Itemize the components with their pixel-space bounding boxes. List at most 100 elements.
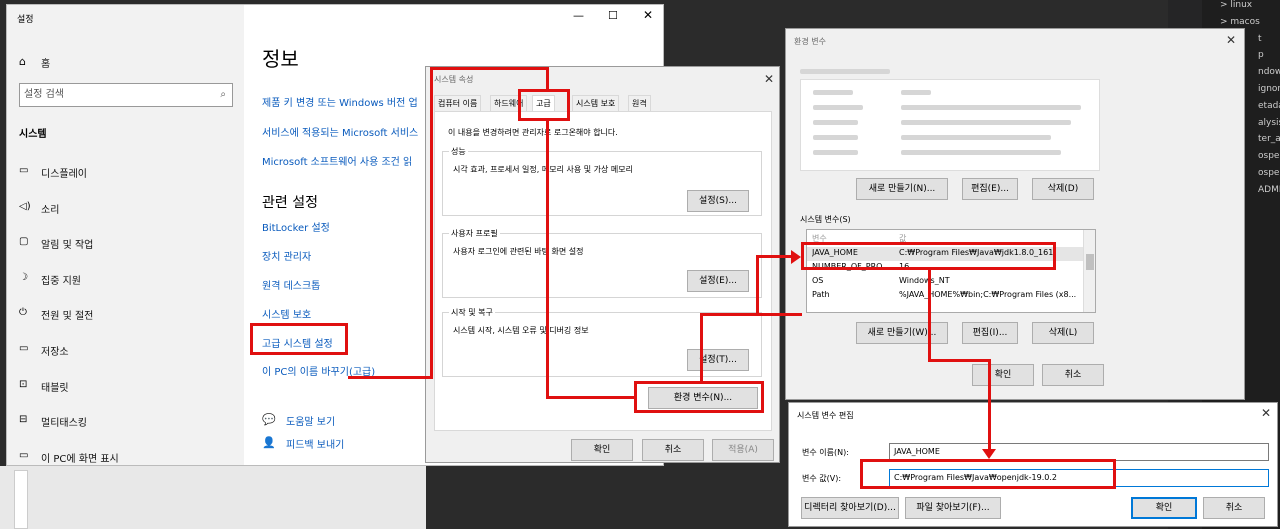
nav-item[interactable]: 저장소 xyxy=(41,343,69,358)
browse-file-button[interactable]: 파일 찾아보기(F)... xyxy=(905,497,1001,519)
help-icon: 💬 xyxy=(262,413,276,426)
file-tree-item[interactable]: ospec.ya xyxy=(1258,168,1280,178)
close-icon[interactable]: ✕ xyxy=(1226,33,1236,47)
search-icon: ⌕ xyxy=(220,89,226,100)
ok-button[interactable]: 확인 xyxy=(571,439,633,461)
perf-settings-button[interactable]: 설정(S)... xyxy=(687,190,749,212)
scroll-track xyxy=(14,470,28,529)
browse-directory-button[interactable]: 디렉터리 찾아보기(D)... xyxy=(801,497,899,519)
system-new-button[interactable]: 새로 만들기(W)... xyxy=(856,322,948,344)
link-service-agreement[interactable]: 서비스에 적용되는 Microsoft 서비스 xyxy=(262,124,418,139)
arrow-head xyxy=(982,449,996,459)
nav-item[interactable]: 태블릿 xyxy=(41,379,69,394)
highlight-value-input xyxy=(860,459,1116,489)
maximize-button[interactable]: ☐ xyxy=(608,9,618,22)
file-tree-item[interactable]: ter_appl xyxy=(1258,134,1280,144)
nav-item[interactable]: 전원 및 절전 xyxy=(41,307,93,322)
env-cancel-button[interactable]: 취소 xyxy=(1042,364,1104,386)
search-placeholder: 설정 검색 xyxy=(24,89,64,100)
nav-item[interactable]: 알림 및 작업 xyxy=(41,236,93,251)
profile-group: 사용자 프로필 사용자 로그인에 관련된 바탕 화면 설정 설정(E)... xyxy=(442,228,762,298)
variable-value-label: 변수 값(V): xyxy=(802,474,842,483)
connector-line xyxy=(756,255,759,315)
nav-item[interactable]: 소리 xyxy=(41,201,59,216)
focus-assist-icon: ☽ xyxy=(19,271,28,283)
nav-item[interactable]: 이 PC에 화면 표시 xyxy=(41,450,119,465)
user-delete-button[interactable]: 삭제(D) xyxy=(1032,178,1094,200)
cancel-button[interactable]: 취소 xyxy=(642,439,704,461)
dialog-title: 시스템 속성 xyxy=(434,75,474,84)
edit-ok-button[interactable]: 확인 xyxy=(1131,497,1197,519)
connector-line xyxy=(546,67,549,91)
settings-search-input[interactable]: 설정 검색 ⌕ xyxy=(19,83,233,107)
file-tree-item[interactable]: > linux xyxy=(1220,0,1252,10)
tab-remote[interactable]: 원격 xyxy=(628,95,651,111)
table-row[interactable]: Path %JAVA_HOME%₩bin;C:₩Program Files (x8… xyxy=(807,289,1083,303)
user-edit-button[interactable]: 편집(E)... xyxy=(962,178,1018,200)
link-bitlocker[interactable]: BitLocker 설정 xyxy=(262,219,330,234)
file-tree-item[interactable]: alysis_op xyxy=(1258,118,1280,128)
env-title: 환경 변수 xyxy=(794,37,826,46)
close-button[interactable]: ✕ xyxy=(643,8,653,22)
system-delete-button[interactable]: 삭제(L) xyxy=(1032,322,1094,344)
link-system-protection[interactable]: 시스템 보호 xyxy=(262,306,311,321)
profile-settings-button[interactable]: 설정(E)... xyxy=(687,270,749,292)
nav-item[interactable]: 디스플레이 xyxy=(41,165,87,180)
user-vars-list xyxy=(800,79,1100,171)
link-feedback[interactable]: 피드백 보내기 xyxy=(286,436,344,451)
file-tree-item[interactable]: > macos xyxy=(1220,17,1260,27)
highlight-env-button xyxy=(634,381,764,413)
minimize-button[interactable]: — xyxy=(573,9,584,22)
link-product-key[interactable]: 제품 키 변경 또는 Windows 버전 업 xyxy=(262,94,418,109)
file-tree-item[interactable]: etadata xyxy=(1258,101,1280,111)
scrollbar-thumb[interactable] xyxy=(1086,254,1094,270)
user-new-button[interactable]: 새로 만들기(N)... xyxy=(856,178,948,200)
connector-line xyxy=(988,359,991,451)
admin-note: 이 내용을 변경하려면 관리자로 로그온해야 합니다. xyxy=(448,128,618,137)
tab-computer-name[interactable]: 컴퓨터 이름 xyxy=(434,95,482,111)
close-icon[interactable]: ✕ xyxy=(764,72,774,86)
nav-item[interactable]: 멀티태스킹 xyxy=(41,414,87,429)
connector-line xyxy=(546,396,636,399)
file-tree-item[interactable]: ndows xyxy=(1258,67,1280,77)
settings-title: 설정 xyxy=(17,15,34,25)
perf-group: 성능 시각 효과, 프로세서 일정, 메모리 사용 및 가상 메모리 설정(S)… xyxy=(442,146,762,216)
edit-cancel-button[interactable]: 취소 xyxy=(1203,497,1265,519)
link-help[interactable]: 도움말 보기 xyxy=(286,413,335,428)
link-license-terms[interactable]: Microsoft 소프트웨어 사용 조건 읽 xyxy=(262,153,412,168)
settings-nav-pane xyxy=(7,5,244,465)
file-tree-item[interactable]: t xyxy=(1258,34,1262,44)
link-device-manager[interactable]: 장치 관리자 xyxy=(262,248,311,263)
apply-button[interactable]: 적용(A) xyxy=(712,439,774,461)
file-tree-item[interactable]: ADME.m xyxy=(1258,185,1280,195)
notification-icon: ▢ xyxy=(19,236,29,248)
env-ok-button[interactable]: 확인 xyxy=(972,364,1034,386)
table-row[interactable]: OS Windows_NT xyxy=(807,275,1083,289)
var-name-cell: Path xyxy=(812,290,830,299)
nav-home[interactable]: 홈 xyxy=(41,55,50,70)
nav-section-system: 시스템 xyxy=(19,129,47,140)
file-tree-item[interactable]: ignore xyxy=(1258,84,1280,94)
list-scrollbar[interactable] xyxy=(1083,230,1095,312)
profile-desc: 사용자 로그인에 관련된 바탕 화면 설정 xyxy=(453,247,584,256)
edit-title: 시스템 변수 편집 xyxy=(797,411,854,420)
tab-system-protection[interactable]: 시스템 보호 xyxy=(572,95,620,111)
highlight-java-home-row xyxy=(801,242,1056,270)
home-icon: ⌂ xyxy=(19,55,26,68)
system-edit-button[interactable]: 편집(I)... xyxy=(962,322,1018,344)
taskbar-strip xyxy=(0,466,426,529)
profile-label: 사용자 프로필 xyxy=(449,228,500,239)
connector-line xyxy=(430,67,433,379)
highlight-advanced-system-settings xyxy=(250,323,348,355)
nav-item[interactable]: 집중 지원 xyxy=(41,272,81,287)
connector-line xyxy=(756,313,802,316)
perf-desc: 시각 효과, 프로세서 일정, 메모리 사용 및 가상 메모리 xyxy=(453,165,633,174)
startup-settings-button[interactable]: 설정(T)... xyxy=(687,349,749,371)
close-icon[interactable]: ✕ xyxy=(1261,406,1271,420)
connector-line xyxy=(928,269,931,361)
variable-name-label: 변수 이름(N): xyxy=(802,448,849,457)
connector-line xyxy=(546,121,549,397)
file-tree-item[interactable]: ospec.loc xyxy=(1258,151,1280,161)
link-remote-desktop[interactable]: 원격 데스크톱 xyxy=(262,277,320,292)
file-tree-item[interactable]: p xyxy=(1258,50,1264,60)
